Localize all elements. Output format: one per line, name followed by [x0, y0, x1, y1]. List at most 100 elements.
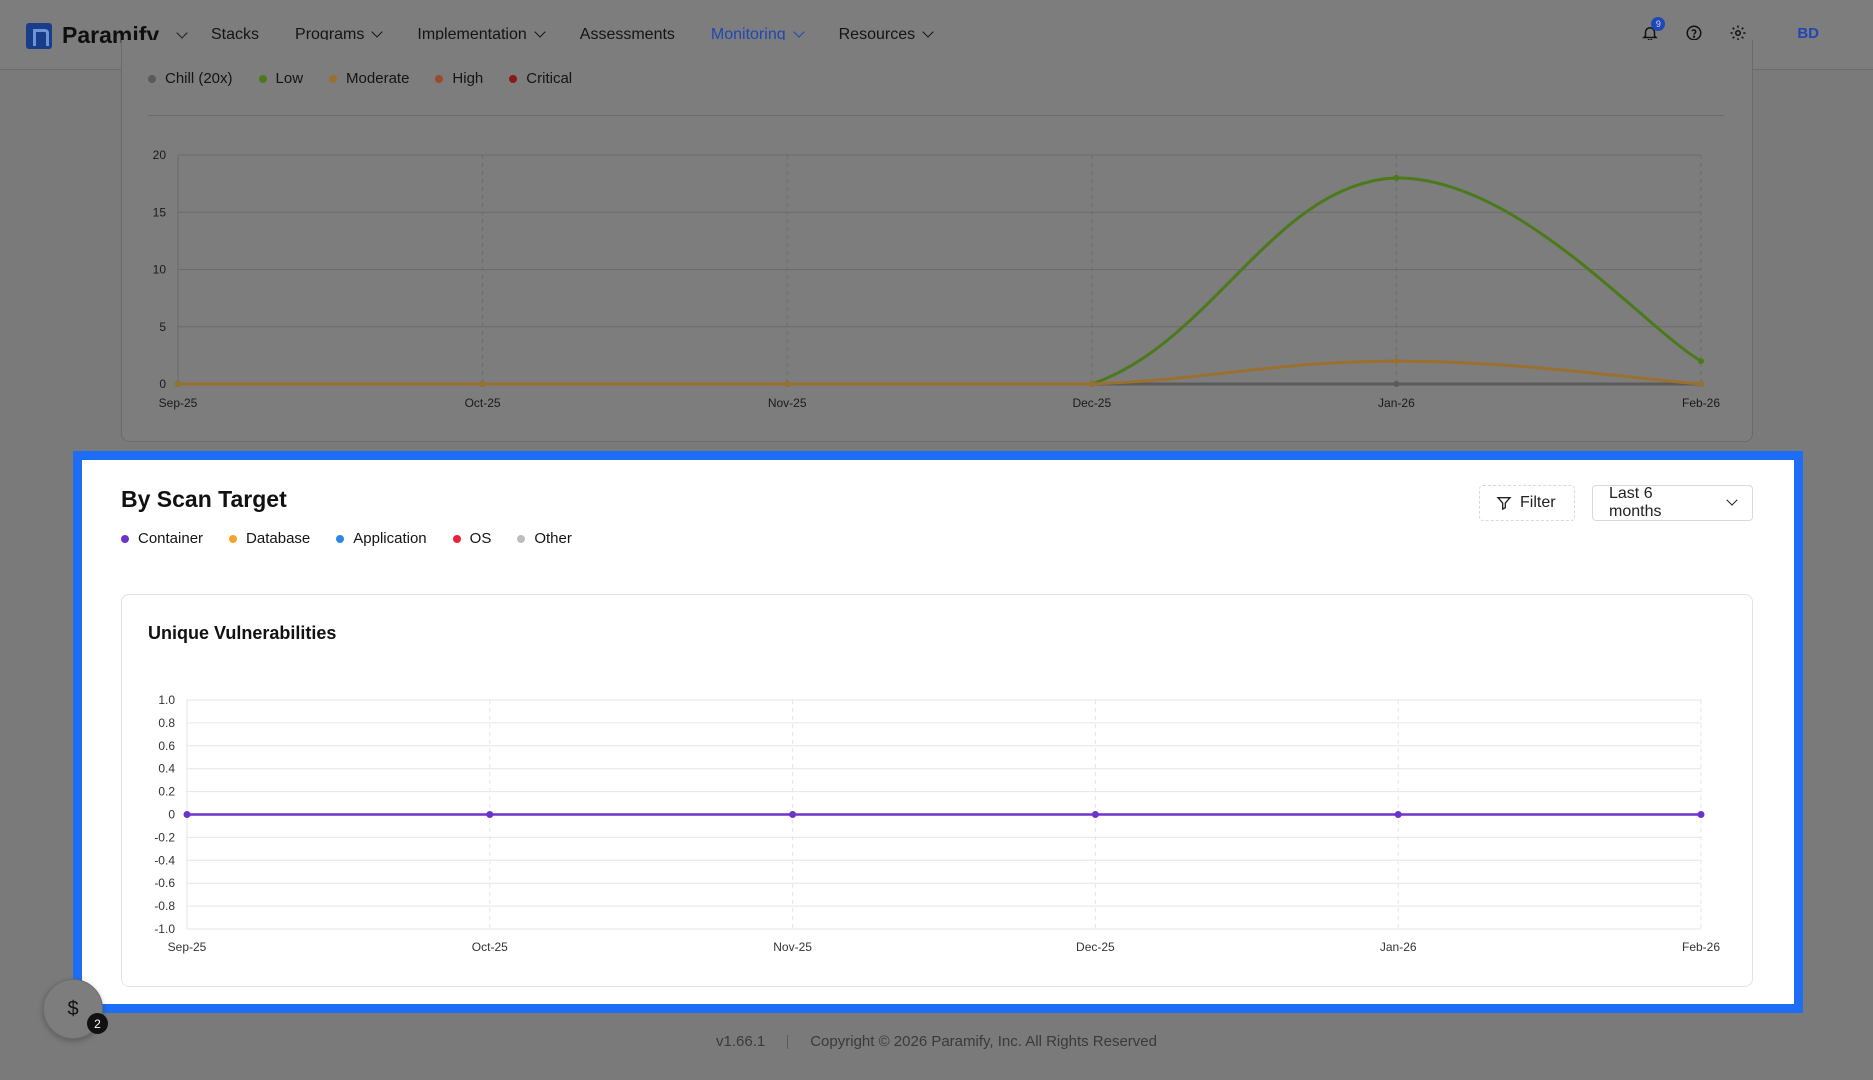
- chevron-down-icon: [371, 26, 384, 38]
- legend-dot: [336, 534, 345, 543]
- legend-label: Low: [275, 70, 304, 87]
- y-tick-label: 0: [159, 377, 166, 391]
- data-point: [789, 811, 797, 818]
- y-tick-label: 20: [153, 148, 167, 162]
- legend-dot: [329, 74, 338, 83]
- legend-item-database[interactable]: Database: [229, 530, 310, 547]
- legend-dot: [258, 74, 267, 83]
- legend-dot: [229, 534, 238, 543]
- x-tick-label: Feb-26: [1682, 396, 1720, 410]
- app-version: v1.66.1: [716, 1033, 766, 1050]
- data-point: [1393, 174, 1400, 181]
- legend-dot: [435, 74, 444, 83]
- section-title: By Scan Target: [121, 486, 287, 512]
- legend-label: Chill (20x): [165, 70, 233, 87]
- y-tick-label: 0.6: [158, 739, 175, 753]
- y-tick-label: -0.8: [154, 899, 175, 913]
- data-point: [1393, 381, 1400, 387]
- date-range-label: Last 6 months: [1609, 485, 1662, 520]
- x-tick-label: Jan-26: [1378, 396, 1415, 410]
- legend-label: Container: [138, 530, 204, 547]
- data-point: [175, 381, 181, 387]
- filter-button[interactable]: Filter: [1479, 485, 1575, 521]
- copyright-text: Copyright © 2026 Paramify, Inc. All Righ…: [810, 1033, 1157, 1050]
- legend-item-low[interactable]: Low: [258, 70, 304, 87]
- legend-label: Other: [534, 530, 572, 547]
- x-tick-label: Oct-25: [472, 940, 508, 954]
- data-point: [1698, 358, 1704, 365]
- legend-dot: [517, 534, 526, 543]
- user-avatar[interactable]: BD: [1797, 25, 1819, 42]
- y-tick-label: 15: [153, 205, 167, 219]
- legend-dot: [121, 534, 129, 543]
- legend-item-other[interactable]: Other: [517, 530, 572, 547]
- chevron-down-icon: [922, 26, 934, 38]
- chevron-down-icon: [176, 26, 188, 39]
- y-tick-label: -1.0: [154, 922, 175, 936]
- x-tick-label: Sep-25: [159, 396, 198, 410]
- chart-title: Unique Vulnerabilities: [148, 623, 337, 643]
- y-tick-label: 0.4: [158, 762, 175, 776]
- x-tick-label: Oct-25: [465, 396, 501, 410]
- legend-label: OS: [469, 530, 492, 547]
- legend-dot: [452, 534, 461, 543]
- divider: [148, 115, 1724, 116]
- y-tick-label: 0.2: [158, 785, 175, 799]
- series-line: [178, 359, 1702, 386]
- y-tick-label: -0.6: [154, 876, 175, 890]
- unique-vulnerabilities-chart: 1.0 0.8 0.6 0.4 0.2 0 -0.2 -0.4 -0.6 -0.8 -1.0 Sep-…: [154, 693, 1720, 954]
- data-point: [486, 811, 494, 818]
- legend-item-chill-20x[interactable]: Chill (20x): [148, 70, 233, 87]
- legend-label: Critical: [526, 70, 573, 87]
- y-tick-label: 1.0: [158, 693, 175, 707]
- legend-item-os[interactable]: OS: [452, 530, 492, 547]
- x-tick-label: Jan-26: [1380, 940, 1417, 954]
- data-point: [784, 381, 791, 387]
- y-tick-label: -0.4: [154, 853, 175, 867]
- x-tick-label: Sep-25: [168, 940, 207, 954]
- notification-count-badge: 9: [1651, 17, 1666, 31]
- paramify-logo-icon: [26, 22, 52, 49]
- y-tick-label: 5: [159, 320, 166, 334]
- legend-item-moderate[interactable]: Moderate: [329, 70, 409, 87]
- y-tick-label: 0: [168, 808, 175, 822]
- data-point: [1698, 381, 1704, 387]
- legend-item-container[interactable]: Container: [121, 530, 203, 547]
- help-widget-badge: 2: [87, 1013, 108, 1034]
- legend-label: Database: [246, 530, 311, 547]
- x-tick-label: Dec-25: [1076, 940, 1115, 954]
- severity-legend: Chill (20x) Low Moderate High Critical: [148, 70, 572, 87]
- y-tick-label: 10: [153, 263, 167, 277]
- y-tick-label: -0.2: [154, 830, 175, 844]
- chevron-down-icon: [1726, 494, 1738, 506]
- scan-target-legend: Container Database Application OS Other: [121, 530, 572, 547]
- chevron-down-icon: [792, 26, 805, 38]
- data-point: [1393, 358, 1400, 365]
- footer-separator: [787, 1035, 789, 1050]
- chat-icon: $: [67, 997, 79, 1020]
- y-tick-label: 0.8: [158, 716, 175, 730]
- severity-trend-chart: 0 5 10 15 20 Sep-25 Oct-25 Nov-25 Dec-25 Jan-26 Fe…: [153, 148, 1721, 410]
- data-point: [479, 381, 486, 387]
- legend-dot: [509, 74, 518, 83]
- data-point: [1088, 381, 1095, 387]
- filter-button-label: Filter: [1520, 494, 1556, 511]
- data-point: [1697, 811, 1705, 818]
- legend-item-application[interactable]: Application: [336, 530, 427, 547]
- filter-icon: [1496, 497, 1512, 511]
- legend-item-high[interactable]: High: [435, 70, 483, 87]
- legend-label: Moderate: [346, 70, 410, 87]
- chevron-down-icon: [534, 26, 546, 38]
- x-tick-label: Nov-25: [773, 940, 812, 954]
- legend-dot: [148, 74, 156, 83]
- x-tick-label: Nov-25: [768, 396, 807, 410]
- x-tick-label: Dec-25: [1072, 396, 1111, 410]
- data-point: [1394, 811, 1402, 818]
- x-tick-label: Feb-26: [1682, 940, 1720, 954]
- legend-item-critical[interactable]: Critical: [509, 70, 572, 87]
- data-point: [183, 811, 191, 818]
- series-line: [178, 176, 1702, 386]
- data-point: [1091, 811, 1099, 818]
- date-range-select[interactable]: Last 6 months: [1592, 485, 1753, 521]
- footer: v1.66.1 Copyright © 2026 Paramify, Inc. A…: [0, 1033, 1873, 1050]
